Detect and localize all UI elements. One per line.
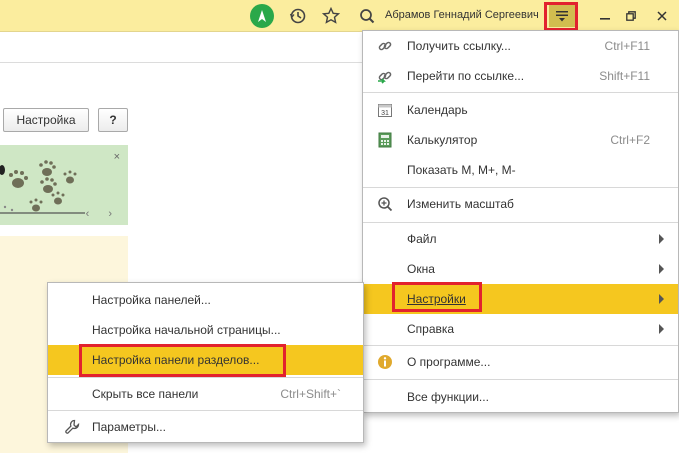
menu-item-all-functions[interactable]: Все функции... [363, 382, 678, 412]
submenu-arrow-icon [659, 294, 664, 304]
menu-item-file[interactable]: Файл [363, 224, 678, 254]
menu-item-help[interactable]: Справка [363, 314, 678, 344]
settings-button[interactable]: Настройка [3, 108, 89, 132]
submenu-arrow-icon [659, 324, 664, 334]
menu-item-goto-link[interactable]: Перейти по ссылке... Shift+F11 [363, 61, 678, 91]
minimize-button[interactable] [593, 6, 617, 26]
menu-item-label: Справка [407, 322, 455, 336]
zoom-icon [378, 197, 393, 212]
menu-separator [48, 377, 363, 378]
favorites-star-icon[interactable] [319, 4, 343, 28]
restore-icon [626, 11, 636, 21]
menu-item-windows[interactable]: Окна [363, 254, 678, 284]
menu-item-label: Файл [407, 232, 437, 246]
menu-item-shortcut: Ctrl+Shift+` [280, 387, 341, 401]
wrench-icon [65, 419, 80, 434]
link-icon [378, 41, 392, 51]
page-divider [0, 62, 362, 63]
menu-item-label: Перейти по ссылке... [407, 69, 525, 83]
svg-text:31: 31 [381, 110, 389, 117]
menu-item-label: Календарь [407, 103, 468, 117]
submenu-item-parameters[interactable]: Параметры... [48, 412, 363, 442]
menu-item-get-link[interactable]: Получить ссылку... Ctrl+F11 [363, 31, 678, 61]
minimize-icon [600, 18, 610, 20]
submenu-item-hide-all-panels[interactable]: Скрыть все панели Ctrl+Shift+` [48, 379, 363, 409]
menu-item-shortcut: Ctrl+F11 [604, 39, 650, 53]
search-icon[interactable] [355, 4, 379, 28]
menu-item-settings[interactable]: Настройки [363, 284, 678, 314]
menu-item-label: Настройка панелей... [92, 293, 211, 307]
restore-button[interactable] [619, 6, 643, 26]
calculator-icon [378, 132, 392, 148]
menu-separator [363, 379, 678, 380]
menu-item-label: Получить ссылку... [407, 39, 511, 53]
menu-item-zoom[interactable]: Изменить масштаб [363, 189, 678, 219]
banner-close-icon[interactable]: × [114, 151, 120, 163]
menu-item-about[interactable]: О программе... [363, 347, 678, 377]
main-menu: Получить ссылку... Ctrl+F11 Перейти по с… [362, 30, 679, 413]
help-button[interactable]: ? [98, 108, 128, 132]
menu-item-show-memory[interactable]: Показать М, М+, М- [363, 155, 678, 185]
menu-separator [363, 92, 678, 93]
menu-separator [48, 410, 363, 411]
menu-item-label: Изменить масштаб [407, 197, 514, 211]
submenu-item-sections-panel-settings[interactable]: Настройка панели разделов... [48, 345, 363, 375]
submenu-item-panels-settings[interactable]: Настройка панелей... [48, 285, 363, 315]
info-banner: × ‹ › [0, 145, 128, 225]
close-button[interactable] [650, 6, 674, 26]
menu-item-calendar[interactable]: 31 Календарь [363, 95, 678, 125]
info-icon [378, 355, 392, 369]
user-name[interactable]: Абрамов Геннадий Сергеевич [385, 9, 541, 21]
menu-item-label: Настройки [407, 292, 466, 306]
menu-item-calculator[interactable]: Калькулятор Ctrl+F2 [363, 125, 678, 155]
start-logo-icon[interactable] [250, 4, 274, 28]
menu-item-label: О программе... [407, 355, 491, 369]
calendar-icon: 31 [378, 104, 392, 117]
menu-item-label: Окна [407, 262, 435, 276]
menu-item-label: Настройка начальной страницы... [92, 323, 281, 337]
menu-item-label: Калькулятор [407, 133, 478, 147]
goto-link-icon [378, 71, 392, 84]
main-menu-button[interactable] [549, 5, 575, 27]
menu-item-label: Все функции... [407, 390, 489, 404]
menu-item-label: Настройка панели разделов... [92, 353, 260, 367]
settings-submenu: Настройка панелей... Настройка начальной… [47, 282, 364, 443]
menu-item-label: Скрыть все панели [92, 387, 199, 401]
menu-separator [363, 187, 678, 188]
title-bar: Абрамов Геннадий Сергеевич [0, 0, 679, 32]
menu-item-shortcut: Ctrl+F2 [610, 133, 650, 147]
submenu-arrow-icon [659, 234, 664, 244]
submenu-arrow-icon [659, 264, 664, 274]
menu-separator [363, 222, 678, 223]
history-icon[interactable] [286, 4, 310, 28]
menu-item-label: Параметры... [92, 420, 166, 434]
close-icon [657, 11, 667, 21]
menu-item-shortcut: Shift+F11 [599, 69, 650, 83]
banner-nav-arrows[interactable]: ‹ › [86, 208, 120, 220]
menu-separator [363, 345, 678, 346]
main-menu-icon [556, 11, 568, 22]
submenu-item-home-page-settings[interactable]: Настройка начальной страницы... [48, 315, 363, 345]
menu-item-label: Показать М, М+, М- [407, 163, 516, 177]
